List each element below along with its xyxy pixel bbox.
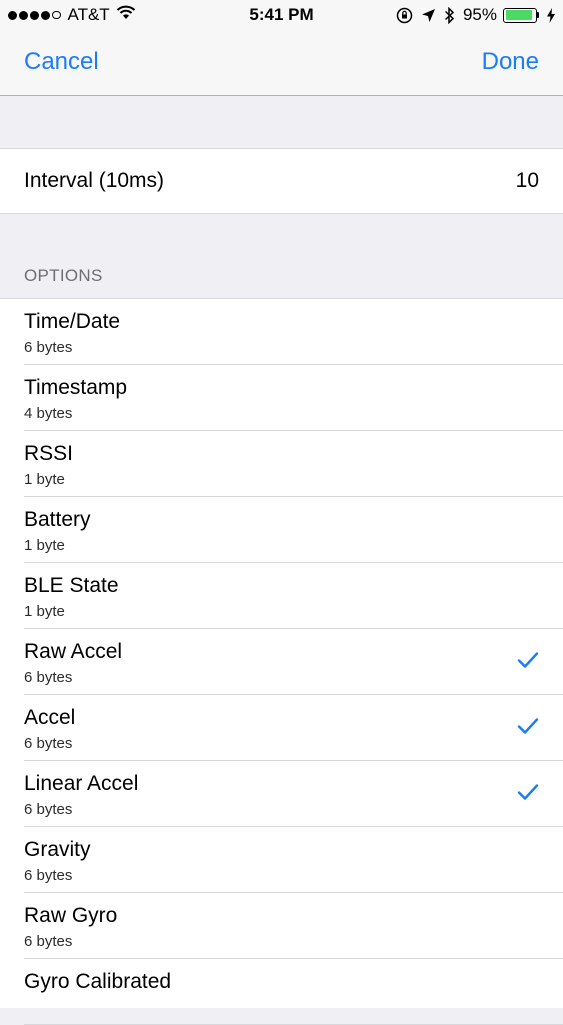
- battery-icon: [503, 7, 537, 23]
- option-title: Accel: [24, 706, 76, 729]
- battery-level-fill: [505, 10, 533, 20]
- interval-row[interactable]: Interval (10ms) 10: [0, 148, 563, 214]
- option-title: Raw Gyro: [24, 904, 118, 927]
- option-size: 1 byte: [24, 603, 65, 620]
- done-button[interactable]: Done: [482, 48, 539, 76]
- options-list: Time/Date 6 bytes Timestamp 4 bytes RSSI 1 by…: [0, 298, 563, 1025]
- option-size: 6 bytes: [24, 735, 73, 752]
- battery-tip: [537, 12, 539, 18]
- option-title: BLE State: [24, 574, 119, 597]
- orientation-lock-icon: [396, 7, 413, 24]
- option-row[interactable]: Battery 1 byte: [0, 497, 563, 563]
- battery-percent: 95%: [462, 5, 497, 24]
- location-icon: [421, 8, 436, 23]
- checkmark-icon: [517, 652, 539, 668]
- option-row[interactable]: RSSI 1 byte: [0, 431, 563, 497]
- option-row[interactable]: Time/Date 6 bytes: [0, 299, 563, 365]
- interval-value[interactable]: 10: [516, 169, 539, 193]
- navigation-bar: Cancel Done: [0, 32, 563, 96]
- option-row[interactable]: Timestamp 4 bytes: [0, 365, 563, 431]
- options-section-header: OPTIONS: [24, 266, 103, 285]
- option-size: 6 bytes: [24, 669, 73, 686]
- option-title: Linear Accel: [24, 772, 139, 795]
- interval-label: Interval (10ms): [24, 169, 165, 192]
- option-row[interactable]: Gravity 6 bytes: [0, 827, 563, 893]
- option-size: 1 byte: [24, 537, 65, 554]
- charging-icon: [547, 7, 555, 23]
- status-bar: AT&T 5:41 PM 95%: [0, 0, 563, 32]
- option-size: 6 bytes: [24, 933, 73, 950]
- option-size: 6 bytes: [24, 801, 73, 818]
- option-title: RSSI: [24, 442, 74, 465]
- checkmark-icon: [517, 718, 539, 734]
- option-size: 6 bytes: [24, 867, 73, 884]
- option-row[interactable]: Linear Accel 6 bytes: [0, 761, 563, 827]
- option-title: Raw Accel: [24, 640, 123, 663]
- option-row[interactable]: Raw Accel 6 bytes: [0, 629, 563, 695]
- checkmark-icon: [517, 784, 539, 800]
- status-right: 95%: [388, 5, 555, 25]
- option-row[interactable]: BLE State 1 byte: [0, 563, 563, 629]
- option-title: Timestamp: [24, 376, 128, 399]
- option-row[interactable]: Raw Gyro 6 bytes: [0, 893, 563, 959]
- option-row[interactable]: Gyro Calibrated: [0, 959, 563, 1025]
- option-title: Gravity: [24, 838, 91, 861]
- option-title: Gyro Calibrated: [24, 970, 172, 993]
- option-title: Battery: [24, 508, 91, 531]
- bluetooth-icon: [444, 6, 455, 24]
- cancel-button[interactable]: Cancel: [24, 48, 99, 76]
- option-row[interactable]: Accel 6 bytes: [0, 695, 563, 761]
- option-size: 4 bytes: [24, 405, 73, 422]
- option-title: Time/Date: [24, 310, 121, 333]
- option-size: 1 byte: [24, 471, 65, 488]
- option-size: 6 bytes: [24, 339, 73, 356]
